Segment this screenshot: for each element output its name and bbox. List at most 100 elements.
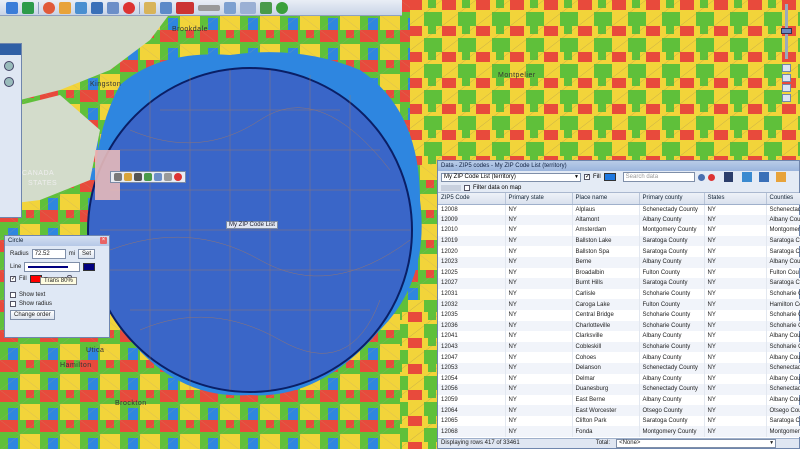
help-icon[interactable] <box>276 1 288 14</box>
line-row: Line <box>5 259 109 272</box>
column-header[interactable]: Primary state <box>505 193 573 205</box>
close-icon[interactable]: × <box>100 237 107 244</box>
sum-icon[interactable] <box>134 173 142 181</box>
table-row[interactable]: 12068 NY Fonda Montgomery County NY Montgomer… <box>438 426 800 438</box>
grid-icon[interactable] <box>224 1 236 14</box>
close-icon[interactable] <box>123 1 135 14</box>
pin-icon[interactable] <box>4 77 14 87</box>
radius-input[interactable]: 72.52 <box>31 249 66 259</box>
column-header[interactable]: ZIP5 Code <box>438 193 506 205</box>
copy-icon[interactable] <box>154 173 162 181</box>
table-row[interactable]: 12041 NY Clarksville Albany County NY Albany … <box>438 331 800 342</box>
table-row[interactable]: 12020 NY Ballston Spa Saratoga County NY Sara… <box>438 246 800 257</box>
line-color-swatch[interactable] <box>83 263 96 271</box>
main-toolbar <box>0 0 402 16</box>
table-row[interactable]: 12053 NY Delanson Schenectady County NY Schen… <box>438 362 800 374</box>
table-row[interactable]: 12027 NY Burnt Hills Saratoga County NY Sarat… <box>438 278 800 289</box>
filter-checkbox[interactable] <box>464 184 470 191</box>
column-header[interactable]: States <box>704 193 767 205</box>
zoom-out-icon[interactable] <box>782 84 791 92</box>
document-icon[interactable] <box>144 1 156 14</box>
pan-icon[interactable] <box>782 74 791 82</box>
settings-icon[interactable] <box>758 172 769 182</box>
pencil-icon[interactable] <box>260 1 272 14</box>
line-style-select[interactable] <box>24 262 81 272</box>
layers-icon[interactable] <box>91 1 103 14</box>
table-row[interactable]: 12031 NY Carlisle Schoharie County NY Schohar… <box>438 288 800 300</box>
map-label-utica: Utica <box>86 347 105 354</box>
settings-icon[interactable] <box>741 172 752 182</box>
transparency-tooltip: Trans 80% <box>40 277 77 285</box>
table-row[interactable]: 12036 NY Charlotteville Schoharie County NY S… <box>438 320 800 332</box>
table-cell: Albany County <box>639 373 705 385</box>
zoom-extent-icon[interactable] <box>782 94 791 102</box>
fill-checkbox[interactable]: ✓ <box>584 174 590 180</box>
table-cell: Montgomery County <box>639 426 705 438</box>
list-select[interactable]: My ZIP Code List (territory) ▼ <box>441 172 581 182</box>
pencil-icon[interactable] <box>144 173 152 181</box>
total-select[interactable]: <None> ▼ <box>616 439 777 448</box>
edit-icon[interactable] <box>124 173 132 181</box>
table-row[interactable]: 12009 NY Altamont Albany County NY Albany Cou <box>438 214 800 226</box>
data-table: ZIP5 Code Primary state Place name Prima… <box>438 193 800 438</box>
table-row[interactable]: 12035 NY Central Bridge Schoharie County NY S… <box>438 309 800 321</box>
lock-icon[interactable] <box>164 173 172 181</box>
move-icon[interactable] <box>114 173 122 181</box>
table-row[interactable]: 12025 NY Broadalbin Fulton County NY Fulton C… <box>438 267 800 279</box>
table-row[interactable]: 12056 NY Duanesburg Schenectady County NY Sch… <box>438 384 800 395</box>
set-radius-button[interactable]: Set <box>78 249 96 259</box>
table-row[interactable]: 12065 NY Clifton Park Saratoga County NY Sara… <box>438 415 800 427</box>
left-side-panel[interactable] <box>0 43 22 218</box>
globe-icon[interactable] <box>6 1 18 14</box>
nav-icon[interactable] <box>441 184 461 191</box>
settings-icon[interactable] <box>775 172 786 182</box>
pin-icon[interactable] <box>4 61 14 71</box>
column-header[interactable]: Primary county <box>639 193 705 205</box>
column-header[interactable]: Place name <box>572 193 640 205</box>
chevron-down-icon: ▼ <box>574 173 579 180</box>
column-header[interactable]: Counties <box>766 193 800 205</box>
table-cell: NY <box>505 235 573 247</box>
fill-color-swatch[interactable] <box>603 173 616 181</box>
search-icon[interactable] <box>107 1 119 14</box>
table-row[interactable]: 12019 NY Ballston Lake Saratoga County NY Sar… <box>438 235 800 247</box>
zoom-control[interactable] <box>778 0 796 120</box>
territory-label[interactable]: My ZIP Code List <box>226 221 278 229</box>
refresh-icon[interactable] <box>160 1 172 14</box>
table-row[interactable]: 12054 NY Delmar Albany County NY Albany Cou <box>438 373 800 385</box>
close-icon[interactable] <box>174 173 182 181</box>
ruler-icon[interactable] <box>198 4 220 11</box>
change-order-button[interactable]: Change order <box>10 310 55 320</box>
table-row[interactable]: 12064 NY East Worcester Otsego County NY Otse… <box>438 405 800 416</box>
status-bar: Displaying rows 417 of 33461 Total: <Non… <box>438 438 799 448</box>
zoom-in-icon[interactable] <box>782 64 791 72</box>
table-row[interactable]: 12047 NY Cohoes Albany County NY Albany Cou <box>438 352 800 363</box>
target-icon[interactable] <box>43 1 55 14</box>
globe-icon[interactable] <box>22 1 34 14</box>
flag-icon[interactable] <box>176 1 194 14</box>
clear-icon[interactable] <box>707 173 715 181</box>
table-row[interactable]: 12010 NY Amsterdam Montgomery County NY Montg… <box>438 225 800 236</box>
table-cell: Saratoga County <box>639 246 705 257</box>
table-row[interactable]: 12059 NY East Berne Albany County NY Albany C… <box>438 394 800 406</box>
table-cell: Schoharie County <box>639 309 705 321</box>
table-cell: Ballston Spa <box>572 246 640 257</box>
table-cell: Schoharie C <box>766 341 800 353</box>
layers-icon[interactable] <box>75 1 87 14</box>
table-row[interactable]: 12043 NY Cobleskill Schoharie County NY Schoh… <box>438 341 800 353</box>
table-cell: Schenectady County <box>639 204 705 215</box>
table-cell: Albany County <box>639 394 705 406</box>
map-label-hamilton: Hamilton <box>60 362 92 369</box>
table-cell: Albany Cou <box>766 256 800 268</box>
table-row[interactable]: 12032 NY Caroga Lake Fulton County NY Hamilto… <box>438 299 800 310</box>
fill-checkbox[interactable]: ✓ <box>10 276 16 282</box>
table-cell: Montgomery <box>766 225 800 236</box>
pin-icon[interactable] <box>723 172 733 182</box>
search-input[interactable]: Search data <box>622 172 695 182</box>
grid-icon[interactable] <box>240 1 256 14</box>
network-icon[interactable] <box>59 1 71 14</box>
table-row[interactable]: 12008 NY Alplaus Schenectady County NY Schene… <box>438 204 800 215</box>
table-row[interactable]: 12023 NY Berne Albany County NY Albany Cou <box>438 256 800 268</box>
search-icon[interactable] <box>697 173 705 181</box>
zoom-slider-handle[interactable] <box>781 28 792 34</box>
